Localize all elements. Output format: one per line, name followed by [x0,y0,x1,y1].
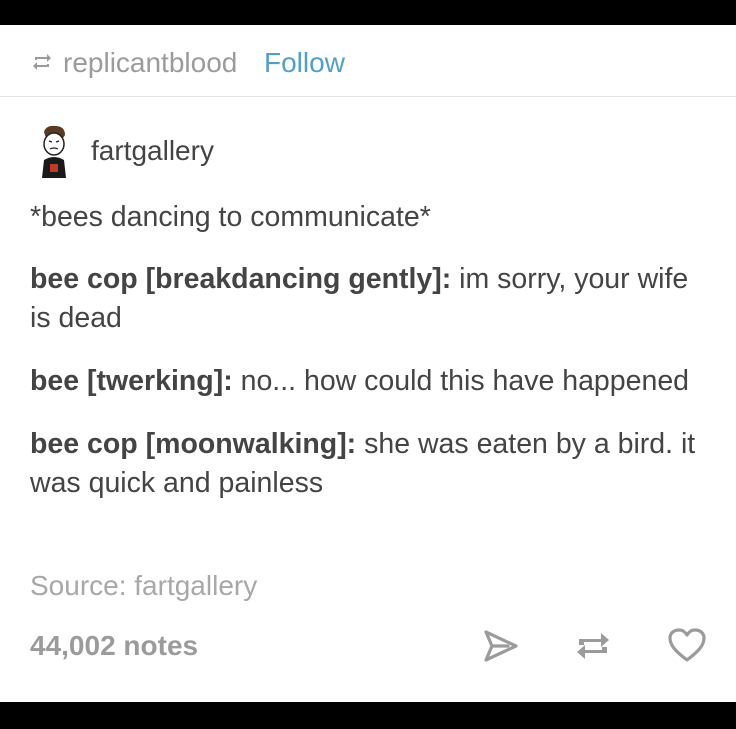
notes-count[interactable]: 44,002 notes [30,630,198,662]
post-body: *bees dancing to communicate* bee cop [b… [30,198,710,527]
post-line-text: no... how could this have happened [232,365,690,397]
reblog-icon [33,54,51,70]
post-author-username[interactable]: fartgallery [91,135,214,167]
reblogged-from-username[interactable]: replicantblood [63,47,237,79]
reblog-header: replicantblood Follow [0,25,736,97]
post-line-speaker: bee [twerking]: [30,365,233,397]
post-line-speaker: bee cop [breakdancing gently]: [30,263,452,295]
reblog-action-icon[interactable] [574,628,612,664]
follow-button[interactable]: Follow [264,47,345,79]
post-line: bee cop [moonwalking]: she was eaten by … [30,425,710,503]
avatar[interactable] [38,124,70,178]
post-line: bee cop [breakdancing gently]: im sorry,… [30,260,710,338]
post-card: replicantblood Follow fartgallery *bees … [0,25,736,702]
share-icon[interactable] [482,629,520,663]
post-line-text: *bees dancing to communicate* [30,201,431,233]
post-line: bee [twerking]: no... how could this hav… [30,362,710,401]
post-line: *bees dancing to communicate* [30,198,710,237]
heart-icon[interactable] [667,627,707,663]
post-source[interactable]: Source: fartgallery [30,570,257,602]
post-line-speaker: bee cop [moonwalking]: [30,428,357,460]
